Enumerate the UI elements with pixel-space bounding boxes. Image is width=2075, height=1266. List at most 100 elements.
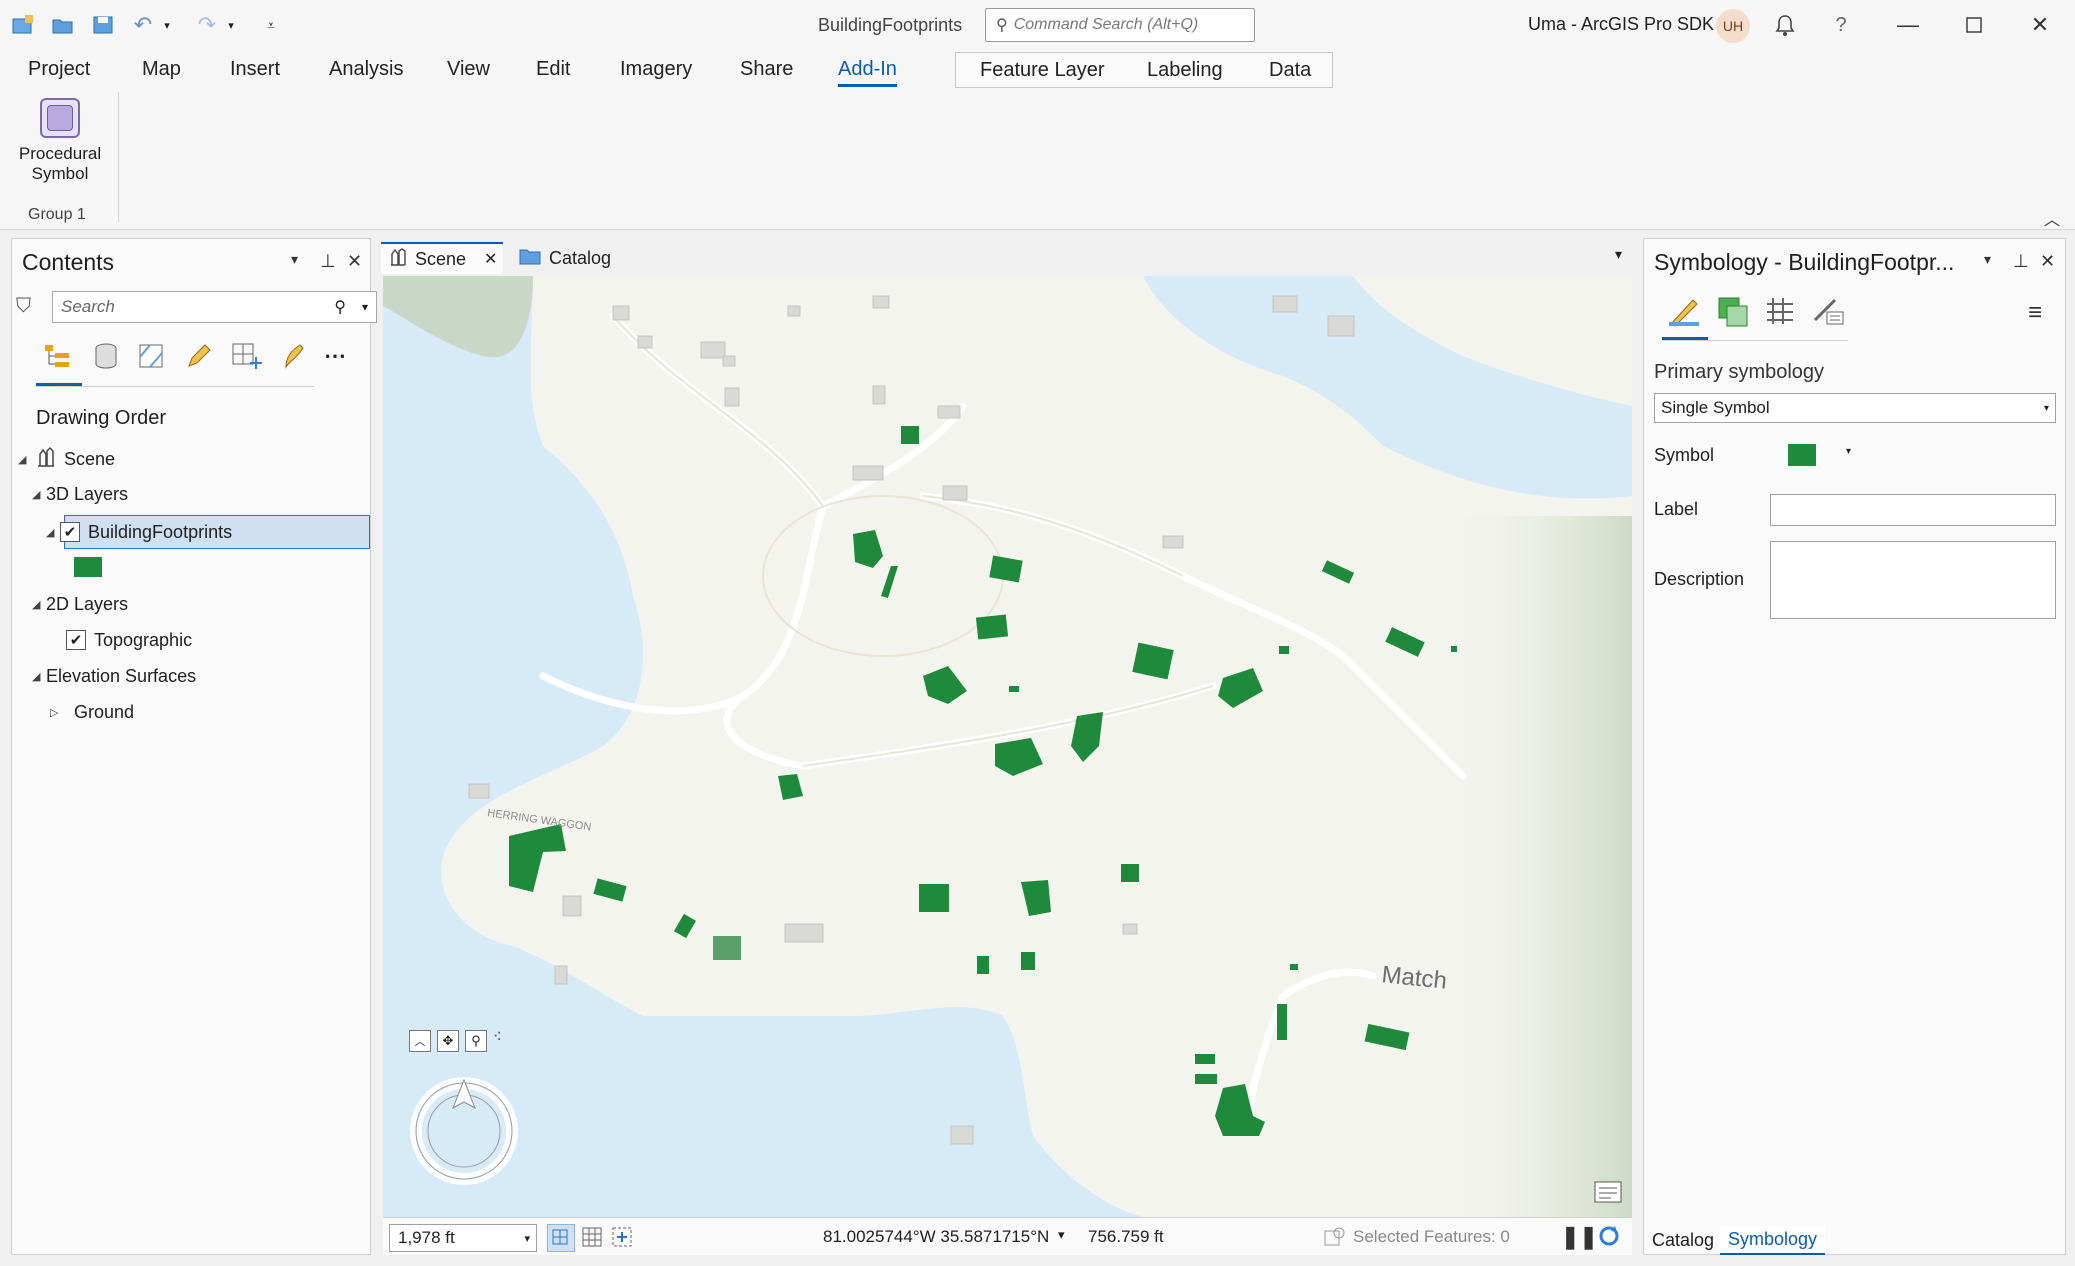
maximize-icon[interactable] <box>1959 10 1989 40</box>
tab-project[interactable]: Project <box>28 58 90 81</box>
tab-feature-layer[interactable]: Feature Layer <box>980 59 1105 82</box>
tab-imagery[interactable]: Imagery <box>620 58 692 81</box>
tab-add-in[interactable]: Add-In <box>838 58 897 87</box>
scene-tab-label: Scene <box>415 248 467 269</box>
refresh-icon[interactable] <box>1597 1224 1621 1254</box>
symbol-layer-drawing-tab-icon[interactable] <box>1760 291 1800 331</box>
tree-item-ground[interactable]: ▷ Ground <box>50 697 134 727</box>
tree-item-3d-layers[interactable]: ◢ 3D Layers <box>32 479 128 509</box>
help-icon[interactable]: ? <box>1826 10 1856 40</box>
advanced-symbology-tab-icon[interactable] <box>1808 291 1848 331</box>
command-search-input[interactable]: ⚲ Command Search (Alt+Q) <box>985 8 1255 42</box>
description-field[interactable] <box>1770 541 2056 619</box>
contents-search-input[interactable]: Search ⚲ ▾ <box>52 291 377 323</box>
tree-item-2d-layers[interactable]: ◢ 2D Layers <box>32 589 128 619</box>
tree-item-topographic[interactable]: ✔ Topographic <box>66 625 192 655</box>
pane-options-chevron-icon[interactable]: ▾ <box>291 251 298 268</box>
compass-navigator-icon[interactable] <box>409 1076 519 1192</box>
label-field[interactable] <box>1770 494 2056 526</box>
pause-drawing-icon[interactable]: ❚❚ <box>1561 1224 1598 1250</box>
elevation-readout: 756.759 ft <box>1088 1227 1164 1246</box>
filter-icon[interactable]: ⛉ <box>16 295 31 318</box>
more-options-icon[interactable]: ⋯ <box>318 339 352 373</box>
pin-icon[interactable]: ⊥ <box>2013 251 2029 272</box>
list-by-source-icon[interactable] <box>89 339 123 373</box>
collapse-icon[interactable]: ◢ <box>32 670 46 683</box>
tab-analysis[interactable]: Analysis <box>329 58 403 81</box>
list-by-editing-icon[interactable] <box>182 339 216 373</box>
notifications-bell-icon[interactable] <box>1770 10 1800 40</box>
tab-insert[interactable]: Insert <box>230 58 280 81</box>
minimize-icon[interactable]: — <box>1893 10 1923 40</box>
redo-icon[interactable]: ↷ <box>194 12 220 38</box>
tree-item-scene[interactable]: ◢ Scene <box>18 444 115 474</box>
bottom-tab-catalog[interactable]: Catalog <box>1644 1225 1722 1255</box>
pin-icon[interactable]: ⊥ <box>320 251 336 272</box>
navigator-options-icon[interactable]: ⠪ <box>493 1030 502 1052</box>
collapse-icon[interactable]: ◢ <box>32 488 46 501</box>
customize-qat-icon[interactable]: ⩡ <box>258 12 284 38</box>
search-options-chevron-icon[interactable]: ▾ <box>362 300 368 314</box>
close-pane-icon[interactable]: ✕ <box>347 251 362 272</box>
avatar[interactable]: UH <box>1716 9 1750 43</box>
snapping-toggle-icon[interactable] <box>547 1224 575 1252</box>
tab-catalog[interactable]: Catalog <box>511 242 619 274</box>
list-by-labeling-icon[interactable] <box>276 339 310 373</box>
layer-visibility-checkbox[interactable]: ✔ <box>66 630 86 650</box>
save-project-icon[interactable] <box>90 12 116 38</box>
first-person-icon[interactable]: ⚲ <box>465 1030 487 1052</box>
view-tabs-overflow-icon[interactable]: ▾ <box>1615 246 1622 263</box>
list-by-snapping-icon[interactable] <box>230 339 264 373</box>
navigator-up-icon[interactable]: ︿ <box>409 1030 431 1052</box>
constraints-toggle-icon[interactable] <box>611 1226 635 1254</box>
collapse-icon[interactable]: ◢ <box>32 598 46 611</box>
collapse-ribbon-icon[interactable]: ︿ <box>2044 206 2060 230</box>
map-overview-icon[interactable] <box>1593 1180 1623 1212</box>
list-by-drawing-order-icon[interactable] <box>40 339 74 373</box>
user-name[interactable]: Uma - ArcGIS Pro SDK <box>1528 14 1714 35</box>
selected-features-count[interactable]: Selected Features: 0 <box>1353 1227 1510 1247</box>
open-project-icon[interactable] <box>50 12 76 38</box>
tab-data[interactable]: Data <box>1269 59 1311 82</box>
vary-symbology-tab-icon[interactable] <box>1712 291 1752 331</box>
expand-icon[interactable]: ▷ <box>50 706 74 719</box>
redo-dropdown-icon[interactable]: ▾ <box>218 12 244 38</box>
hamburger-menu-icon[interactable]: ≡ <box>2028 299 2042 327</box>
tree-item-elevation-surfaces[interactable]: ◢ Elevation Surfaces <box>32 661 196 691</box>
coordinate-format-chevron-icon[interactable]: ▾ <box>1058 1227 1065 1243</box>
renderer-select[interactable]: Single Symbol ▾ <box>1654 393 2056 423</box>
tab-scene[interactable]: Scene ✕ <box>381 242 503 274</box>
contextual-tab-group: Feature Layer Labeling Data <box>955 52 1333 88</box>
tab-share[interactable]: Share <box>740 58 793 81</box>
full-extent-icon[interactable]: ✥ <box>437 1030 459 1052</box>
close-pane-icon[interactable]: ✕ <box>2040 251 2055 272</box>
grid-toggle-icon[interactable] <box>581 1226 603 1254</box>
undo-dropdown-icon[interactable]: ▾ <box>154 12 180 38</box>
collapse-icon[interactable]: ◢ <box>18 453 32 466</box>
collapse-icon[interactable]: ◢ <box>46 526 60 539</box>
procedural-symbol-button[interactable]: Procedural Symbol <box>14 98 106 198</box>
ribbon-group-label: Group 1 <box>28 206 86 223</box>
tab-labeling[interactable]: Labeling <box>1147 59 1223 82</box>
list-by-selection-icon[interactable] <box>134 339 168 373</box>
symbol-swatch-button[interactable] <box>1788 444 1816 466</box>
layer-visibility-checkbox[interactable]: ✔ <box>60 522 80 542</box>
bottom-tab-symbology[interactable]: Symbology <box>1720 1225 1826 1255</box>
search-icon[interactable]: ⚲ <box>334 297 346 317</box>
pane-options-chevron-icon[interactable]: ▾ <box>1984 251 1991 268</box>
layer-symbol-swatch[interactable] <box>74 557 102 577</box>
scene-map-view[interactable]: HERRING WAGGON Match ︿ ✥ ⚲ ⠪ <box>383 276 1632 1217</box>
tab-view[interactable]: View <box>447 58 490 81</box>
symbol-dropdown-chevron-icon[interactable]: ▾ <box>1846 446 1851 457</box>
scale-selector[interactable]: 1,978 ft ▾ <box>389 1224 537 1252</box>
undo-icon[interactable]: ↶ <box>130 12 156 38</box>
tab-edit[interactable]: Edit <box>536 58 570 81</box>
tab-map[interactable]: Map <box>142 58 181 81</box>
close-tab-icon[interactable]: ✕ <box>484 249 497 269</box>
close-window-icon[interactable]: ✕ <box>2025 10 2055 40</box>
command-search-placeholder: Command Search (Alt+Q) <box>1013 16 1199 33</box>
primary-symbology-tab-icon[interactable] <box>1664 291 1704 331</box>
toolbar-divider <box>36 386 314 387</box>
new-project-icon[interactable] <box>10 12 36 38</box>
tree-item-building-footprints[interactable]: ◢ ✔ BuildingFootprints <box>46 517 232 547</box>
